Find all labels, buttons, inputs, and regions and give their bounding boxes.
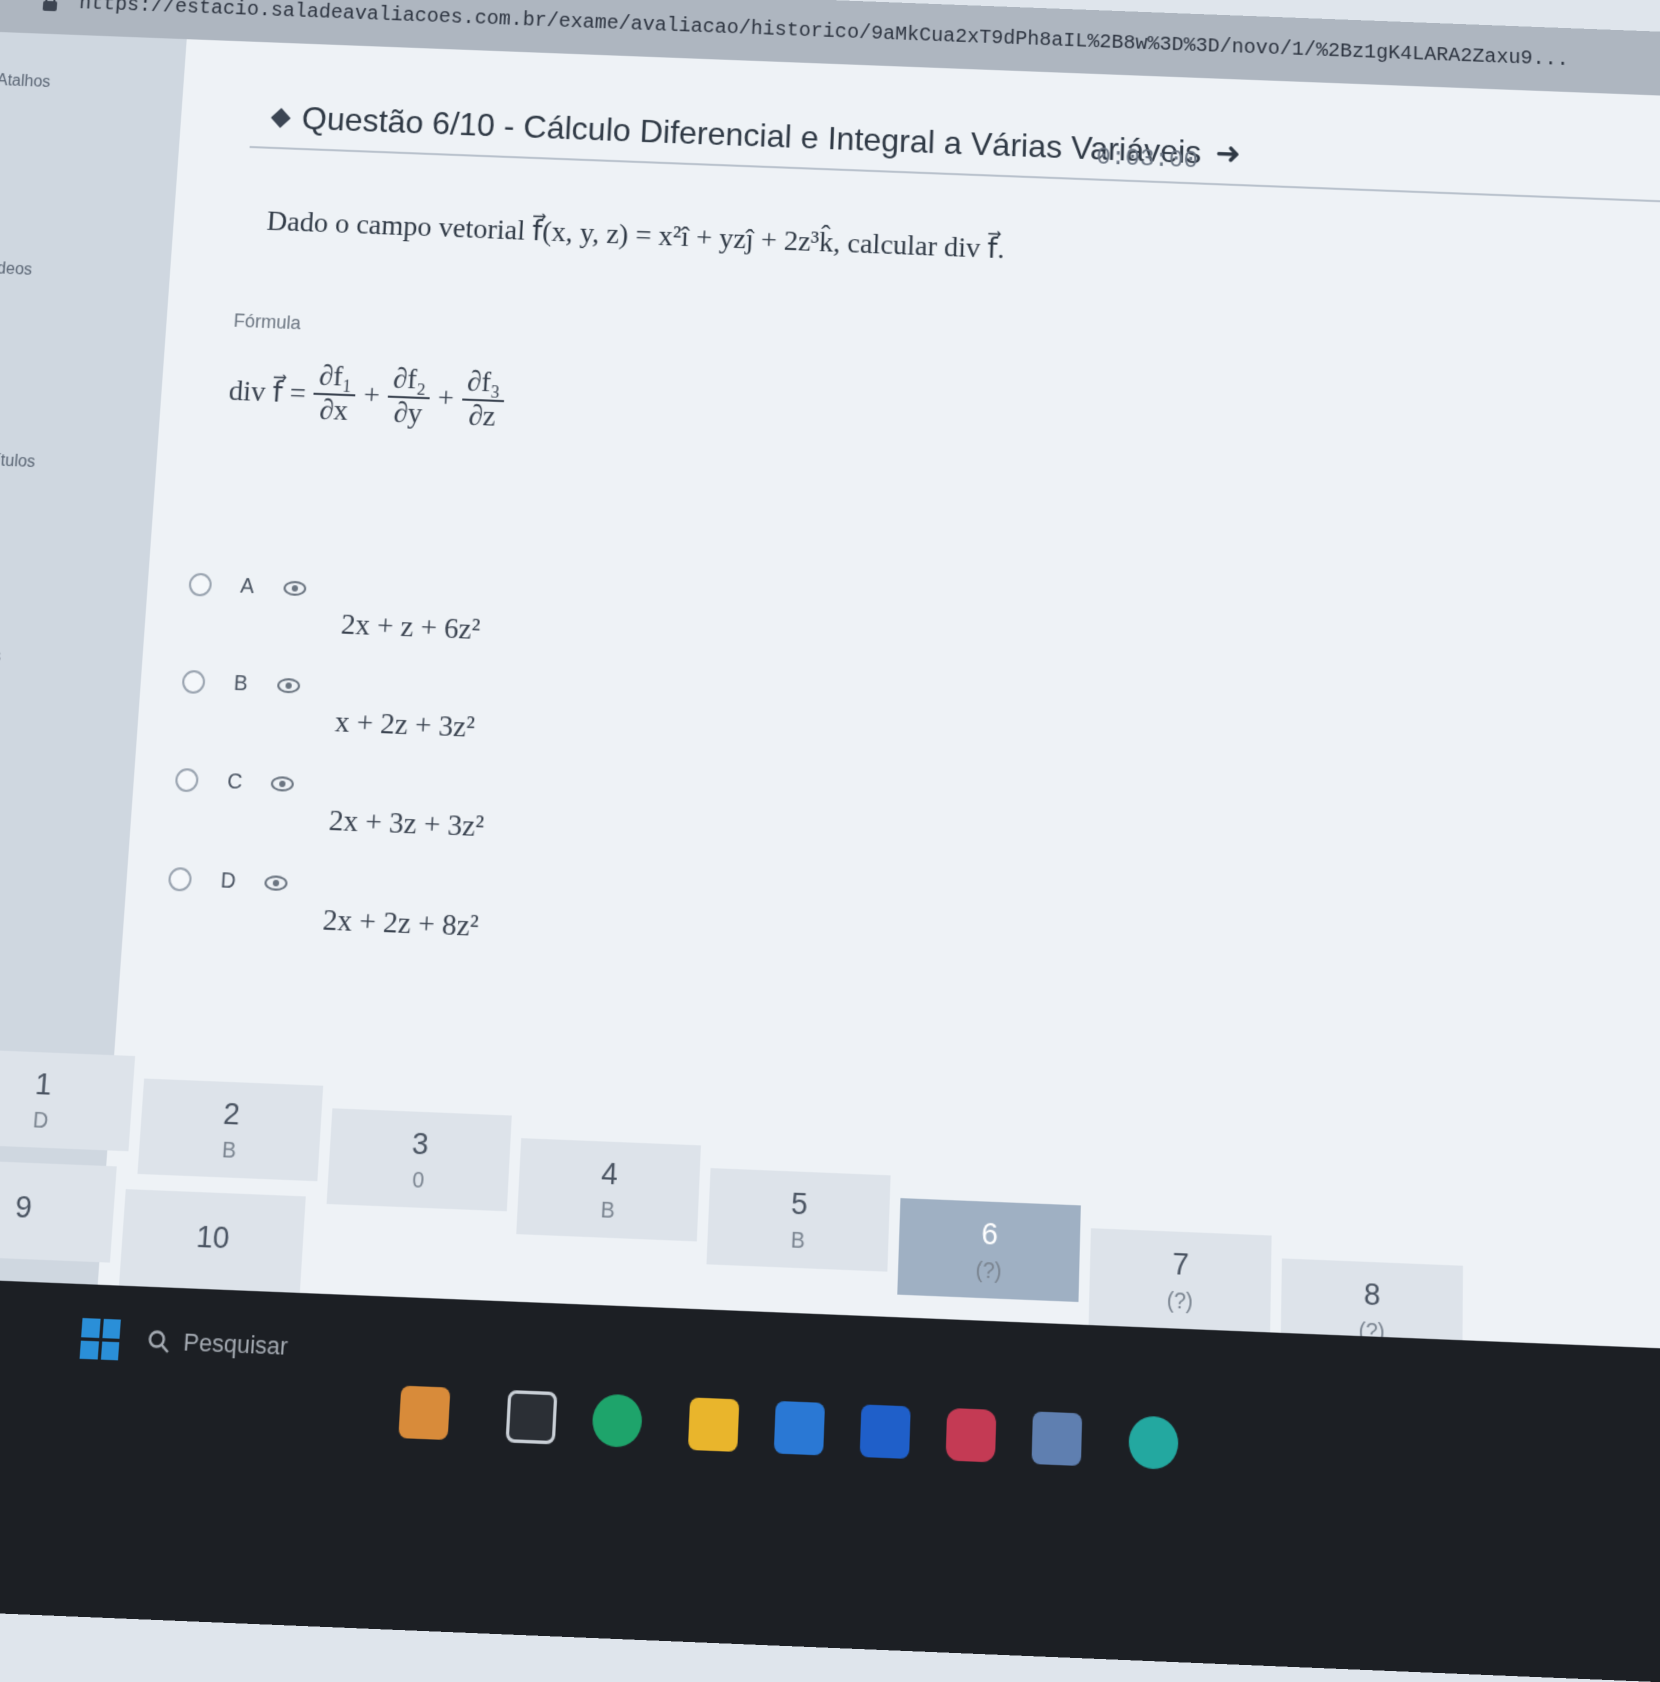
page-number: 4 <box>600 1155 619 1191</box>
question-statement: Dado o campo vetorial f⃗(x, y, z) = x²î … <box>265 205 1005 266</box>
sidebar-item-fontes[interactable]: Fontes <box>0 646 143 853</box>
page-number: 2 <box>222 1095 241 1131</box>
formula-label: Fórmula <box>233 310 302 334</box>
divergence-formula: div f⃗ = ∂f₁ ∂x + ∂f₂ ∂y + ∂f₃ ∂z <box>227 357 506 433</box>
answer-options: A 2x + z + 6z² B x + 2z + 3z² C 2x + 3z … <box>162 572 909 997</box>
option-expression: 2x + z + 6z² <box>340 608 481 647</box>
page-status: B <box>790 1227 806 1254</box>
option-letter: C <box>226 769 244 795</box>
page-number: 6 <box>980 1215 999 1251</box>
store-icon[interactable] <box>773 1400 826 1456</box>
page-status: 0 <box>411 1167 425 1193</box>
app-l-icon[interactable] <box>859 1404 911 1459</box>
page-number: 7 <box>1171 1245 1190 1282</box>
page-7[interactable]: 7 (?) <box>1088 1228 1272 1333</box>
sidebar-item-capitulos[interactable]: Capítulos <box>0 451 157 654</box>
formula-num-z: ∂f₃ <box>462 366 506 402</box>
option-expression: x + 2z + 3z² <box>334 705 476 745</box>
task-view-icon[interactable] <box>505 1389 558 1445</box>
eye-icon[interactable] <box>264 875 288 891</box>
windows-start-icon[interactable] <box>79 1318 121 1361</box>
page-status: B <box>600 1197 616 1223</box>
page-3[interactable]: 3 0 <box>326 1108 512 1212</box>
eye-icon[interactable] <box>283 581 307 597</box>
page-number: 3 <box>411 1125 430 1161</box>
radio-d[interactable] <box>167 866 193 892</box>
app-blue-icon[interactable] <box>1031 1411 1083 1467</box>
formula-lhs: div f⃗ = <box>227 374 307 410</box>
question-panel: Questão 6/10 - Cálculo Diferencial e Int… <box>0 39 1660 1378</box>
formula-den-x: ∂x <box>318 393 349 427</box>
question-title-text: Questão 6/10 - Cálculo Diferencial e Int… <box>300 99 1202 171</box>
page-status: (?) <box>975 1257 1003 1284</box>
timer: 0:03:00 <box>1095 144 1199 176</box>
page-number: 9 <box>14 1189 34 1225</box>
formula-term-z: ∂f₃ ∂z <box>460 366 506 434</box>
formula-plus-2: + <box>436 381 455 415</box>
file-explorer-icon[interactable] <box>687 1397 740 1452</box>
eye-icon[interactable] <box>270 776 294 792</box>
option-letter: B <box>233 671 249 696</box>
formula-num-x: ∂f₁ <box>313 360 358 397</box>
arrow-right-icon[interactable]: ➜ <box>1215 136 1241 172</box>
page-6[interactable]: 6 (?) <box>897 1198 1081 1302</box>
formula-den-y: ∂y <box>392 396 424 430</box>
lock-icon <box>42 0 58 12</box>
page-9[interactable]: 9 <box>0 1159 117 1263</box>
taskbar: Pesquisar <box>0 1276 1660 1682</box>
page-4[interactable]: 4 B <box>516 1138 701 1242</box>
eye-icon[interactable] <box>277 678 301 694</box>
page-1[interactable]: 1 D <box>0 1048 136 1152</box>
option-letter: D <box>219 868 237 894</box>
chrome-icon[interactable] <box>1128 1415 1179 1470</box>
page-status: B <box>221 1137 238 1163</box>
page-number: 10 <box>195 1218 231 1256</box>
taskbar-search[interactable]: Pesquisar <box>145 1314 468 1381</box>
formula-plus-1: + <box>362 378 381 412</box>
sidebar-item-videos[interactable]: Vídeos <box>0 259 170 458</box>
page-2[interactable]: 2 B <box>137 1078 324 1182</box>
page-10[interactable]: 10 <box>118 1189 306 1293</box>
diamond-icon <box>270 107 291 128</box>
formula-term-y: ∂f₂ ∂y <box>386 363 432 431</box>
page-number: 5 <box>790 1185 809 1221</box>
taskbar-search-placeholder: Pesquisar <box>182 1327 289 1361</box>
option-expression: 2x + 3z + 3z² <box>327 804 485 844</box>
page-number: 8 <box>1363 1275 1381 1312</box>
page-status: D <box>32 1107 50 1133</box>
sidebar-item-atalhos[interactable]: Atalhos <box>0 72 184 267</box>
page-status: (?) <box>1166 1288 1194 1314</box>
app-pink-icon[interactable] <box>945 1407 997 1463</box>
formula-num-y: ∂f₂ <box>387 363 432 400</box>
page-number: 1 <box>33 1065 53 1101</box>
page-5[interactable]: 5 B <box>706 1168 891 1272</box>
option-letter: A <box>239 574 255 599</box>
search-icon <box>146 1329 171 1355</box>
radio-c[interactable] <box>174 767 200 793</box>
formula-term-x: ∂f₁ ∂x <box>312 360 358 428</box>
browser-edge-icon[interactable] <box>591 1393 644 1448</box>
option-expression: 2x + 2z + 8z² <box>321 903 480 944</box>
radio-b[interactable] <box>181 669 206 695</box>
radio-a[interactable] <box>188 572 213 597</box>
screen: https://estacio.saladeavaliacoes.com.br/… <box>0 0 1660 1682</box>
widgets-icon[interactable] <box>398 1385 451 1441</box>
formula-den-z: ∂z <box>467 399 497 433</box>
